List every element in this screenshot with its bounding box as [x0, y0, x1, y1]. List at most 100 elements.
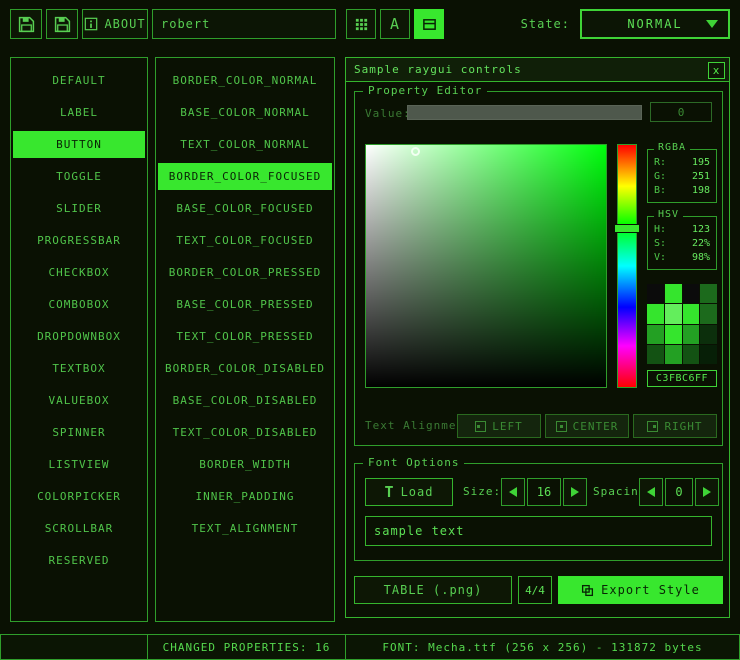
state-dropdown[interactable]: NORMAL	[580, 9, 730, 39]
size-increment-button[interactable]	[563, 478, 587, 506]
color-swatch[interactable]	[665, 304, 682, 323]
control-list-item[interactable]: TEXTBOX	[13, 355, 145, 382]
color-swatch[interactable]	[647, 345, 664, 364]
value-box-text: 0	[678, 106, 685, 119]
rgba-red-row: R: 195	[654, 156, 710, 170]
color-swatch[interactable]	[683, 345, 700, 364]
format-page-valuebox[interactable]: 4/4	[518, 576, 552, 604]
color-swatch[interactable]	[665, 325, 682, 344]
chevron-left-icon	[647, 487, 655, 497]
property-list-item[interactable]: BASE_COLOR_FOCUSED	[158, 195, 332, 222]
property-list-item[interactable]: TEXT_COLOR_PRESSED	[158, 323, 332, 350]
align-left-button[interactable]: LEFT	[457, 414, 541, 438]
value-label: Value:	[365, 107, 411, 120]
about-button-label: ABOUT	[104, 17, 145, 31]
hue-slider[interactable]	[617, 144, 637, 388]
color-swatch[interactable]	[647, 325, 664, 344]
export-format-button[interactable]: TABLE (.png)	[354, 576, 512, 604]
style-color-swatches	[647, 284, 717, 364]
align-right-icon	[647, 421, 658, 432]
color-swatch[interactable]	[700, 325, 717, 344]
export-style-button[interactable]: Export Style	[558, 576, 723, 604]
color-swatch[interactable]	[683, 304, 700, 323]
property-list-item[interactable]: TEXT_COLOR_DISABLED	[158, 419, 332, 446]
control-list-item[interactable]: CHECKBOX	[13, 259, 145, 286]
property-list-item[interactable]: TEXT_COLOR_NORMAL	[158, 131, 332, 158]
control-list-item[interactable]: RESERVED	[13, 547, 145, 574]
hex-color-textbox[interactable]: C3FBC6FF	[647, 370, 717, 387]
color-picker-panel[interactable]	[365, 144, 607, 388]
control-list-item[interactable]: VALUEBOX	[13, 387, 145, 414]
window-titlebar[interactable]: Sample raygui controls	[346, 58, 729, 82]
style-table-button[interactable]	[346, 9, 376, 39]
properties-listview: BORDER_COLOR_NORMAL BASE_COLOR_NORMAL TE…	[155, 57, 335, 622]
align-center-button[interactable]: CENTER	[545, 414, 629, 438]
value-box[interactable]: 0	[650, 102, 712, 122]
edit-mode-button[interactable]	[414, 9, 444, 39]
color-swatch[interactable]	[700, 345, 717, 364]
control-list-item[interactable]: DROPDOWNBOX	[13, 323, 145, 350]
color-swatch[interactable]	[647, 284, 664, 303]
sample-text-input[interactable]	[365, 516, 712, 546]
about-button[interactable]: ABOUT	[82, 9, 148, 39]
chevron-right-icon	[703, 487, 711, 497]
control-list-item[interactable]: SLIDER	[13, 195, 145, 222]
property-list-item[interactable]: BORDER_COLOR_FOCUSED	[158, 163, 332, 190]
property-list-item[interactable]: TEXT_COLOR_FOCUSED	[158, 227, 332, 254]
size-valuebox[interactable]: 16	[527, 478, 561, 506]
size-decrement-button[interactable]	[501, 478, 525, 506]
style-name-input[interactable]	[152, 9, 336, 39]
control-list-item[interactable]: TOGGLE	[13, 163, 145, 190]
window-title: Sample raygui controls	[354, 63, 522, 76]
control-list-item[interactable]: COMBOBOX	[13, 291, 145, 318]
color-swatch[interactable]	[683, 284, 700, 303]
close-icon: x	[713, 64, 721, 78]
size-value-text: 16	[537, 485, 551, 499]
color-swatch[interactable]	[665, 345, 682, 364]
control-list-item[interactable]: SPINNER	[13, 419, 145, 446]
align-center-icon	[556, 421, 567, 432]
changed-properties-text: CHANGED PROPERTIES: 16	[163, 641, 331, 654]
control-list-item[interactable]: BUTTON	[13, 131, 145, 158]
control-list-item[interactable]: DEFAULT	[13, 67, 145, 94]
controls-listview: DEFAULT LABEL BUTTON TOGGLE SLIDER PROGR…	[10, 57, 148, 622]
spacing-increment-button[interactable]	[695, 478, 719, 506]
color-picker-cursor[interactable]	[411, 147, 420, 156]
value-slider[interactable]	[407, 105, 642, 120]
spacing-valuebox[interactable]: 0	[665, 478, 693, 506]
close-button[interactable]: x	[708, 62, 725, 79]
color-swatch[interactable]	[700, 304, 717, 323]
save-style-button[interactable]	[46, 9, 78, 39]
hue-slider-handle[interactable]	[614, 224, 640, 233]
control-list-item[interactable]: COLORPICKER	[13, 483, 145, 510]
font-load-button[interactable]: T Load	[365, 478, 453, 506]
color-swatch[interactable]	[665, 284, 682, 303]
property-list-item[interactable]: INNER_PADDING	[158, 483, 332, 510]
property-list-item[interactable]: BORDER_COLOR_PRESSED	[158, 259, 332, 286]
control-list-item[interactable]: SCROLLBAR	[13, 515, 145, 542]
font-options-group: Font Options T Load Size: 16 Spacing: 0	[354, 463, 723, 561]
brightness-value: 98%	[692, 251, 710, 265]
color-swatch[interactable]	[683, 325, 700, 344]
font-mode-button[interactable]: A	[380, 9, 410, 39]
control-list-item[interactable]: PROGRESSBAR	[13, 227, 145, 254]
align-right-label: RIGHT	[664, 420, 702, 433]
property-list-item[interactable]: BORDER_COLOR_NORMAL	[158, 67, 332, 94]
panel-icon	[422, 17, 437, 32]
control-list-item[interactable]: LABEL	[13, 99, 145, 126]
color-swatch[interactable]	[700, 284, 717, 303]
control-list-item[interactable]: LISTVIEW	[13, 451, 145, 478]
load-style-button[interactable]	[10, 9, 42, 39]
color-swatch[interactable]	[647, 304, 664, 323]
property-list-item[interactable]: BASE_COLOR_DISABLED	[158, 387, 332, 414]
statusbar-changed-properties: CHANGED PROPERTIES: 16	[147, 634, 346, 660]
state-dropdown-value: NORMAL	[627, 17, 682, 31]
property-list-item[interactable]: BASE_COLOR_NORMAL	[158, 99, 332, 126]
property-list-item[interactable]: BORDER_COLOR_DISABLED	[158, 355, 332, 382]
property-list-item[interactable]: BORDER_WIDTH	[158, 451, 332, 478]
property-list-item[interactable]: TEXT_ALIGNMENT	[158, 515, 332, 542]
align-right-button[interactable]: RIGHT	[633, 414, 717, 438]
green-label: G:	[654, 170, 666, 184]
property-list-item[interactable]: BASE_COLOR_PRESSED	[158, 291, 332, 318]
spacing-decrement-button[interactable]	[639, 478, 663, 506]
